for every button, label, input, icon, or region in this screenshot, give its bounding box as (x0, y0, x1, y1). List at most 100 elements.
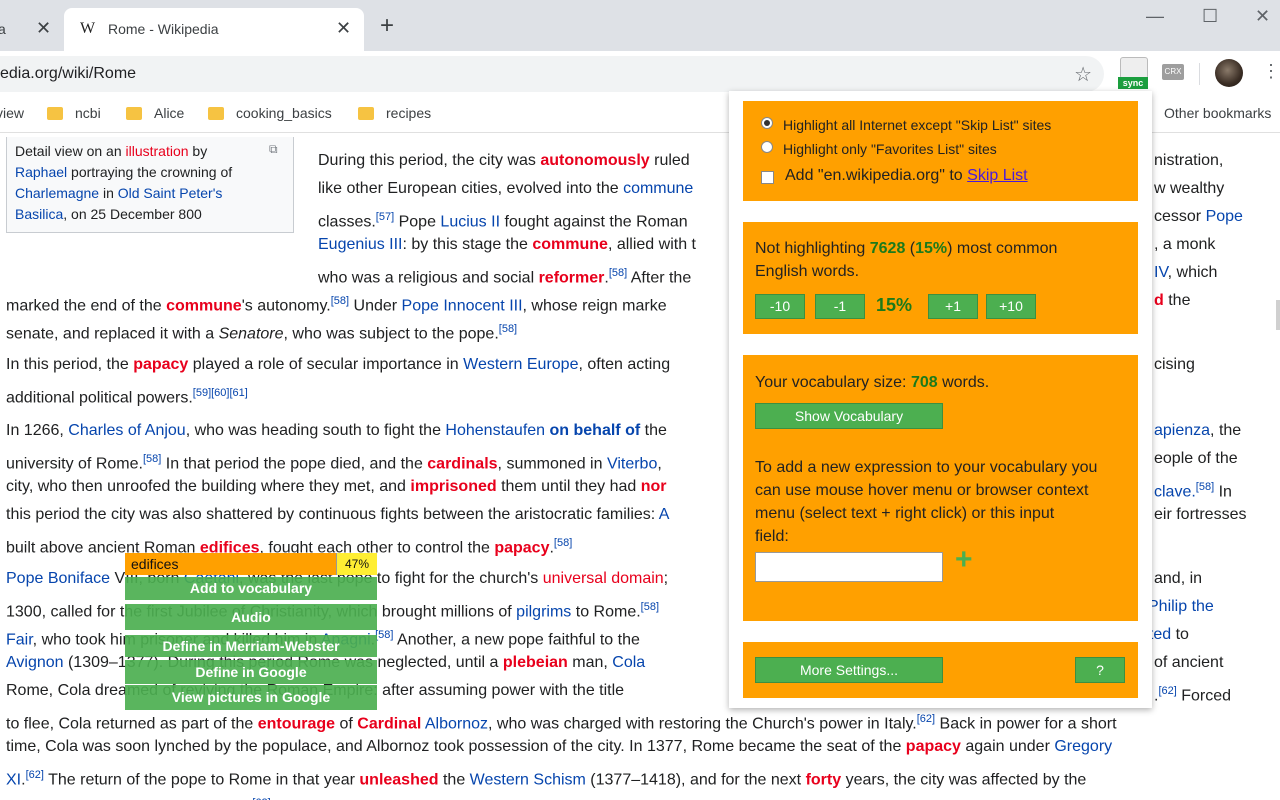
add-expression-input[interactable] (755, 552, 943, 582)
bookmark-cooking-basics[interactable]: cooking_basics (208, 105, 332, 121)
citation-link[interactable]: [58] (143, 453, 161, 465)
article-link[interactable]: XI (6, 771, 21, 788)
article-link[interactable]: Eugenius III (318, 236, 403, 253)
highlighted-word[interactable]: papacy (906, 738, 961, 755)
highlighted-word[interactable]: nor (641, 478, 667, 495)
highlighted-word[interactable]: commune (532, 236, 608, 253)
audio-button[interactable]: Audio (125, 604, 377, 630)
increase-10-button[interactable]: +10 (986, 294, 1036, 319)
define-merriam-webster-button[interactable]: Define in Merriam-Webster (125, 635, 377, 657)
citation-link[interactable]: [62] (1158, 685, 1176, 697)
tab-close-icon[interactable]: ✕ (36, 18, 51, 39)
skip-list-checkbox[interactable] (761, 171, 774, 184)
highlighted-word[interactable]: autonomously (540, 152, 649, 169)
add-expression-plus-icon[interactable]: + (955, 543, 973, 577)
help-button[interactable]: ? (1075, 657, 1125, 683)
article-link[interactable]: apienza (1154, 422, 1210, 439)
article-link[interactable]: Hohenstaufen (445, 422, 545, 439)
url-text[interactable]: edia.org/wiki/Rome (0, 65, 136, 83)
decrease-1-button[interactable]: -1 (815, 294, 865, 319)
article-link[interactable]: Avignon (6, 654, 64, 671)
citation-link[interactable]: [59][60][61] (193, 387, 248, 399)
highlighted-word[interactable]: Cardinal (357, 715, 421, 732)
citation-link[interactable]: [62] (26, 769, 44, 781)
article-link[interactable]: pilgrims (516, 603, 571, 620)
add-to-vocabulary-button[interactable]: Add to vocabulary (125, 577, 377, 600)
article-link[interactable]: Viterbo (607, 455, 657, 472)
window-close-icon[interactable]: ✕ (1255, 6, 1270, 27)
citation-link[interactable]: [58] (331, 295, 349, 307)
article-link[interactable]: on behalf of (550, 422, 641, 439)
citation-link[interactable]: [58] (375, 629, 393, 641)
other-bookmarks[interactable]: Other bookmarks (1164, 105, 1271, 121)
highlighted-word[interactable]: cardinals (427, 455, 497, 472)
define-google-button[interactable]: Define in Google (125, 660, 377, 684)
highlighted-word[interactable]: unleashed (359, 771, 438, 788)
highlighted-word[interactable]: papacy (494, 539, 549, 556)
highlighted-word[interactable]: reformer (539, 269, 605, 286)
increase-1-button[interactable]: +1 (928, 294, 978, 319)
article-link[interactable]: Cola (612, 654, 645, 671)
highlighted-word[interactable]: entourage (258, 715, 335, 732)
crx-extension-icon[interactable]: CRX (1162, 64, 1184, 80)
article-link[interactable]: clave. (1154, 483, 1196, 500)
highlighted-word[interactable]: imprisoned (410, 478, 496, 495)
caption-link[interactable]: Old Saint Peter's (118, 185, 223, 201)
radio-highlight-all[interactable] (761, 117, 773, 129)
highlighted-word[interactable]: d (1154, 292, 1164, 309)
article-link[interactable]: Albornoz (425, 715, 488, 732)
article-link[interactable]: Philip the (1148, 598, 1214, 615)
article-link[interactable]: Western Europe (463, 356, 578, 373)
article-link[interactable]: Pope (1206, 208, 1243, 225)
radio-highlight-favorites[interactable] (761, 141, 773, 153)
highlighted-word[interactable]: universal domain (543, 570, 664, 587)
bookmark-star-icon[interactable]: ☆ (1074, 62, 1092, 87)
citation-link[interactable]: [58] (641, 601, 659, 613)
view-pictures-google-button[interactable]: View pictures in Google (125, 685, 377, 710)
more-settings-button[interactable]: More Settings... (755, 657, 943, 683)
citation-link[interactable]: [58] (554, 537, 572, 549)
caption-link[interactable]: Charlemagne (15, 185, 99, 201)
caption-link[interactable]: Basilica (15, 206, 63, 222)
tab-close-icon[interactable]: ✕ (336, 18, 351, 39)
highlighted-word[interactable]: papacy (133, 356, 188, 373)
radio-highlight-favorites-label[interactable]: Highlight only "Favorites List" sites (783, 141, 997, 157)
vocabulary-extension-icon[interactable]: sync (1118, 57, 1148, 89)
article-link[interactable]: Charles of Anjou (68, 422, 185, 439)
tab-rome-wikipedia[interactable]: W Rome - Wikipedia ✕ (64, 8, 364, 51)
radio-highlight-all-label[interactable]: Highlight all Internet except "Skip List… (783, 117, 1051, 133)
caption-link[interactable]: Raphael (15, 164, 67, 180)
article-link[interactable]: Western Schism (470, 771, 586, 788)
bookmark-view[interactable]: view (0, 105, 24, 121)
highlighted-word[interactable]: plebeian (503, 654, 568, 671)
bookmark-ncbi[interactable]: ncbi (47, 105, 101, 121)
address-bar[interactable]: edia.org/wiki/Rome ☆ (0, 56, 1104, 92)
article-link[interactable]: Pope Boniface (6, 570, 110, 587)
profile-avatar[interactable] (1215, 59, 1243, 87)
article-link[interactable]: Pope Innocent III (402, 297, 523, 314)
article-link[interactable]: A (659, 506, 670, 523)
minimize-icon[interactable]: — (1146, 6, 1164, 27)
citation-link[interactable]: [58] (609, 267, 627, 279)
show-vocabulary-button[interactable]: Show Vocabulary (755, 403, 943, 429)
page-scrollbar[interactable] (1276, 300, 1280, 330)
citation-link[interactable]: [58] (499, 323, 517, 335)
caption-link[interactable]: illustration (126, 143, 189, 159)
enlarge-icon[interactable]: ⧉ (269, 142, 278, 157)
bookmark-alice[interactable]: Alice (126, 105, 184, 121)
citation-link[interactable]: [58] (1196, 481, 1214, 493)
article-link[interactable]: Gregory (1054, 738, 1112, 755)
maximize-icon[interactable]: ☐ (1202, 6, 1218, 27)
highlighted-word[interactable]: commune (166, 297, 242, 314)
bookmark-recipes[interactable]: recipes (358, 105, 431, 121)
article-link[interactable]: commune (623, 180, 693, 197)
citation-link[interactable]: [57] (376, 211, 394, 223)
tab-previous[interactable]: a ✕ (0, 8, 60, 51)
new-tab-button[interactable]: + (380, 14, 394, 38)
citation-link[interactable]: [62] (917, 713, 935, 725)
decrease-10-button[interactable]: -10 (755, 294, 805, 319)
chrome-menu-icon[interactable]: ⋮ (1262, 61, 1280, 82)
article-link[interactable]: Fair (6, 631, 33, 648)
highlighted-word[interactable]: forty (806, 771, 842, 788)
article-link[interactable]: Lucius II (440, 213, 500, 230)
